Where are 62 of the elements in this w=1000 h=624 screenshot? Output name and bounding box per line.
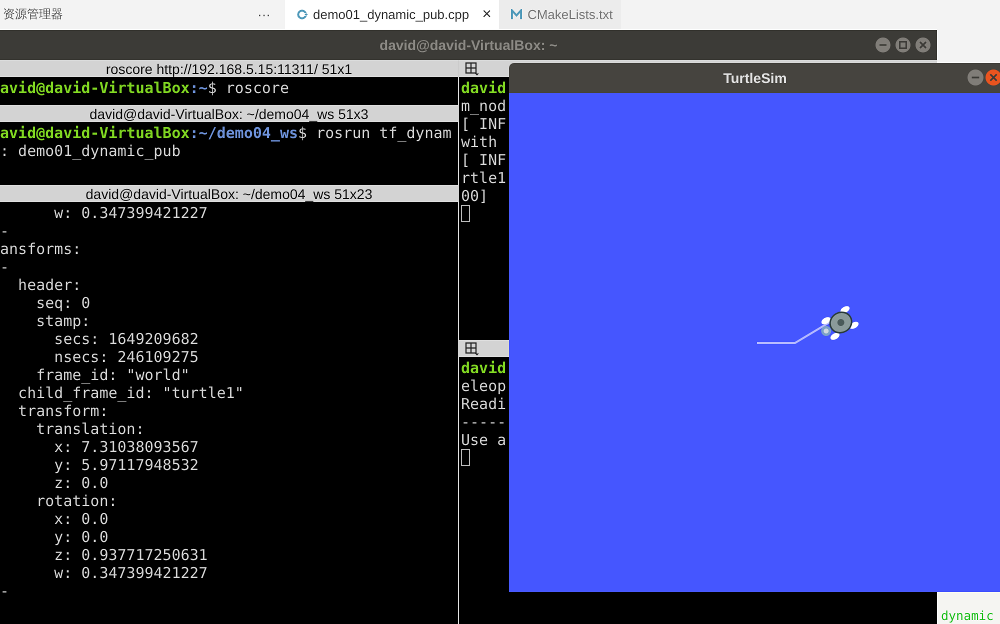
pane-title: roscore http://192.168.5.15:11311/ 51x1: [106, 60, 352, 76]
terminal-line: with: [461, 133, 498, 151]
editor-tab[interactable]: demo01_dynamic_pub.cpp ×: [285, 0, 500, 29]
close-button[interactable]: [985, 69, 1000, 86]
pane-title: david@david-VirtualBox: ~/demo04_ws 51x3: [90, 106, 368, 122]
terminal-line: z: 0.0: [53, 474, 108, 492]
code-line: dynamic: [941, 608, 994, 624]
window-title: david@david-VirtualBox: ~: [380, 37, 558, 53]
terminal-line: rotation:: [35, 492, 118, 510]
window-title: TurtleSim: [723, 70, 787, 86]
terminal-line: stamp:: [35, 312, 90, 330]
explorer-label: 资源管理器: [3, 6, 64, 23]
terminal-line: rtle1: [461, 169, 506, 187]
maximize-button[interactable]: [895, 37, 911, 53]
terminal-line: avid@david-VirtualBox:~/demo04_ws$ rosrun tf_dynam: [0, 124, 452, 142]
layout-grid-icon[interactable]: [465, 62, 479, 76]
terminal-line: david: [461, 79, 506, 97]
terminal-line: nsecs: 246109275: [53, 348, 199, 366]
terminal-line: transform:: [17, 402, 108, 420]
minimize-button[interactable]: [967, 69, 984, 86]
terminal-line: -: [0, 258, 10, 276]
close-icon[interactable]: ×: [482, 6, 492, 24]
terminal-line: : demo01_dynamic_pub: [0, 142, 181, 160]
terminal-line: secs: 1649209682: [53, 330, 199, 348]
terminal-line: seq: 0: [35, 294, 90, 312]
terminal-line: frame_id: "world": [35, 366, 190, 384]
terminal-line: 00]: [461, 187, 488, 205]
minimize-button[interactable]: [875, 37, 891, 53]
terminal-line: avid@david-VirtualBox:~$ roscore: [0, 79, 289, 97]
terminal-line: -: [0, 222, 10, 240]
terminal-line: header:: [17, 276, 82, 294]
editor-tab[interactable]: CMakeLists.txt: [499, 0, 621, 29]
terminal-line: x: 7.31038093567: [53, 438, 199, 456]
pane-title: david@david-VirtualBox: ~/demo04_ws 51x23: [86, 186, 372, 202]
terminal-line: [ INF: [461, 115, 506, 133]
text-cursor: [461, 205, 470, 222]
terminal-line: Use a: [461, 431, 506, 449]
terminal-line: w: 0.347399421227: [53, 564, 208, 582]
terminal-line: [ INF: [461, 151, 506, 169]
terminal-line: y: 5.97117948532: [53, 456, 199, 474]
m-letter-icon: [511, 9, 522, 20]
layout-grid-icon[interactable]: [465, 342, 479, 356]
terminal-line: y: 0.0: [53, 528, 108, 546]
terminal-line: z: 0.937717250631: [53, 546, 208, 564]
terminal-line: translation:: [35, 420, 144, 438]
terminal-line: w: 0.347399421227: [53, 204, 208, 222]
tab-label: CMakeLists.txt: [527, 7, 613, 22]
terminal-line: eleop: [461, 377, 506, 395]
turtle-drawing: [820, 303, 860, 343]
terminal-line: david: [461, 359, 506, 377]
tab-label: demo01_dynamic_pub.cpp: [313, 7, 470, 22]
terminal-line: child_frame_id: "turtle1": [17, 384, 244, 402]
text-cursor: [461, 449, 470, 466]
terminal-line: m_nod: [461, 97, 506, 115]
close-button[interactable]: [915, 37, 931, 53]
cpp-file-icon: [297, 9, 308, 20]
terminal-line: ansforms:: [0, 240, 82, 258]
more-button[interactable]: ···: [249, 7, 279, 22]
terminal-line: -----: [461, 413, 506, 431]
terminal-line: x: 0.0: [53, 510, 108, 528]
terminal-line: -: [0, 582, 10, 600]
terminal-line: Readi: [461, 395, 506, 413]
